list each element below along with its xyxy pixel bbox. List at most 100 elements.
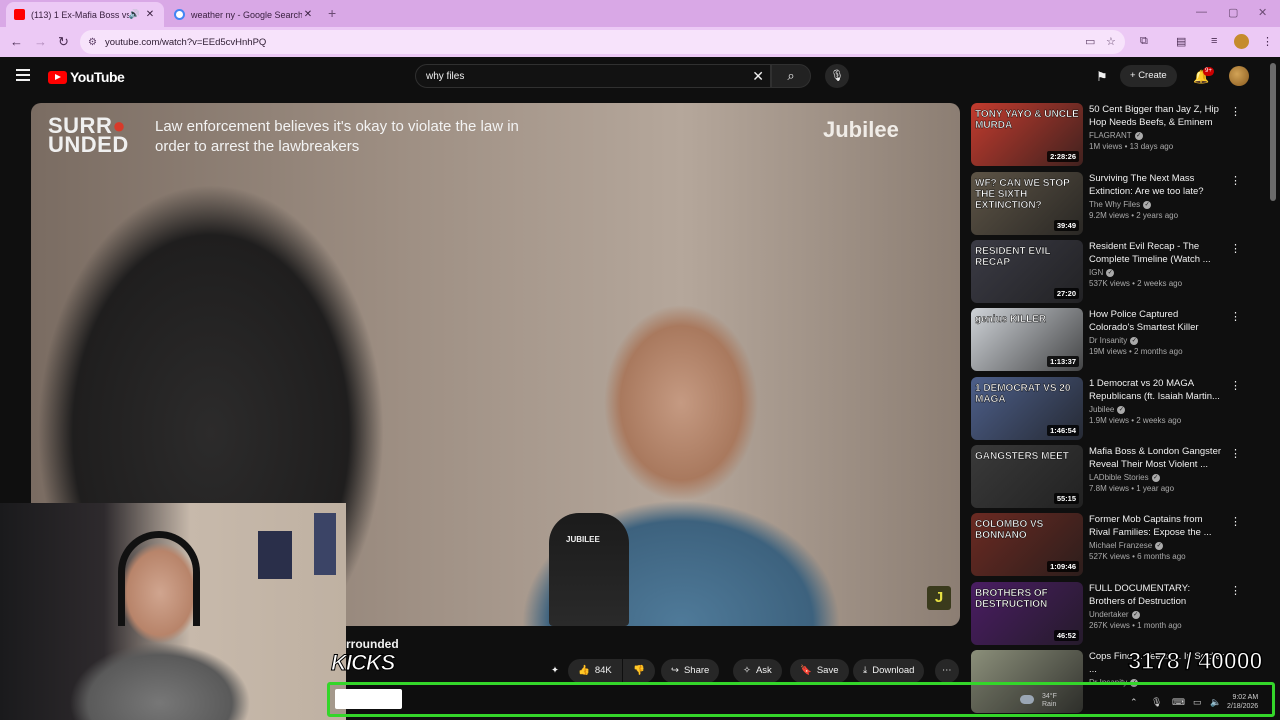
video-thumbnail[interactable]: RESIDENT EVIL RECAP 27:20 xyxy=(971,240,1083,303)
recommendation-title[interactable]: How Police Captured Colorado's Smartest … xyxy=(1089,308,1224,334)
browser-tab-youtube[interactable]: (113) 1 Ex-Mafia Boss vs 20 🔊 ✕ xyxy=(6,2,164,27)
browser-tab-bar: (113) 1 Ex-Mafia Boss vs 20 🔊 ✕ weather … xyxy=(0,0,1280,27)
recommendation-title[interactable]: 50 Cent Bigger than Jay Z, Hip Hop Needs… xyxy=(1089,103,1224,129)
recommendation-item[interactable]: genius KILLER 1:13:37 How Police Capture… xyxy=(971,308,1266,372)
cast-icon[interactable]: ⚑ xyxy=(1096,69,1108,85)
recommendation-title[interactable]: 1 Democrat vs 20 MAGA Republicans (ft. I… xyxy=(1089,377,1224,403)
video-thumbnail[interactable]: GANGSTERS MEET 55:15 xyxy=(971,445,1083,508)
channel-name[interactable]: The Why Files ✓ xyxy=(1089,200,1224,209)
browser-toolbar: ← → ↻ ⚙ youtube.com/watch?v=EEd5cvHnhPQ … xyxy=(0,27,1280,57)
verified-check-icon: ✓ xyxy=(1143,200,1152,209)
account-avatar[interactable] xyxy=(1229,66,1249,86)
recommendation-item[interactable]: 1 DEMOCRAT VS 20 MAGA 1:46:54 1 Democrat… xyxy=(971,377,1266,441)
recommendation-item[interactable]: TONY YAYO & UNCLE MURDA 2:28:26 50 Cent … xyxy=(971,103,1266,167)
browser-tab-google[interactable]: weather ny - Google Search ✕ xyxy=(166,2,322,27)
ask-button[interactable]: ✧ Ask xyxy=(733,659,782,683)
microphone-tray-icon[interactable]: 🎙 xyxy=(1151,697,1162,708)
maximize-icon[interactable]: ▢ xyxy=(1228,6,1238,19)
channel-name[interactable]: LADbible Stories ✓ xyxy=(1089,473,1224,482)
site-info-icon[interactable]: ⚙ xyxy=(88,37,97,48)
thumbs-down-icon: 👎 xyxy=(633,665,645,676)
verified-check-icon: ✓ xyxy=(1106,268,1115,277)
recommendation-title[interactable]: FULL DOCUMENTARY: Brothers of Destructio… xyxy=(1089,582,1224,608)
save-button[interactable]: 🔖 Save xyxy=(790,659,849,683)
channel-name[interactable]: IGN ✓ xyxy=(1089,268,1224,277)
more-options-icon[interactable]: ⋮ xyxy=(1230,105,1241,118)
search-button[interactable]: ⌕ xyxy=(771,64,811,88)
dislike-button[interactable]: 👎 xyxy=(623,659,655,683)
wall-poster xyxy=(258,531,292,579)
recommendation-title[interactable]: Mafia Boss & London Gangster Reveal Thei… xyxy=(1089,445,1224,471)
video-thumbnail[interactable]: genius KILLER 1:13:37 xyxy=(971,308,1083,371)
share-icon: ↪ xyxy=(671,665,679,676)
reading-list-icon[interactable]: ≡ xyxy=(1211,35,1217,47)
more-actions-button[interactable]: ⋯ xyxy=(935,659,959,683)
close-window-icon[interactable]: ✕ xyxy=(1258,6,1267,19)
surrounded-watermark: SURR● UNDED xyxy=(48,113,129,157)
channel-name[interactable]: Jubilee ✓ xyxy=(1089,405,1224,414)
channel-watermark-icon[interactable]: J xyxy=(927,586,951,610)
close-tab-icon[interactable]: ✕ xyxy=(302,9,314,20)
extensions-icon[interactable]: ⧉ xyxy=(1140,35,1148,48)
channel-name[interactable]: Michael Franzese ✓ xyxy=(1089,541,1224,550)
recommendation-item[interactable]: RESIDENT EVIL RECAP 27:20 Resident Evil … xyxy=(971,240,1266,304)
create-button[interactable]: + Create xyxy=(1120,65,1177,87)
menu-icon[interactable] xyxy=(16,69,30,84)
address-bar[interactable]: ⚙ youtube.com/watch?v=EEd5cvHnhPQ ▭ ☆ xyxy=(80,30,1125,54)
forward-icon[interactable]: → xyxy=(34,34,47,49)
more-options-icon[interactable]: ⋮ xyxy=(1230,447,1241,460)
back-icon[interactable]: ← xyxy=(10,34,23,49)
close-tab-icon[interactable]: ✕ xyxy=(144,9,156,20)
video-thumbnail[interactable]: 1 DEMOCRAT VS 20 MAGA 1:46:54 xyxy=(971,377,1083,440)
clear-search-icon[interactable]: ✕ xyxy=(752,68,764,85)
browser-menu-icon[interactable]: ⋮ xyxy=(1262,35,1273,48)
view-stats: 19M views • 2 months ago xyxy=(1089,347,1183,356)
channel-name[interactable]: FLAGRANT ✓ xyxy=(1089,131,1224,140)
more-options-icon[interactable]: ⋮ xyxy=(1230,242,1241,255)
voice-search-button[interactable]: 🎙 xyxy=(825,64,849,88)
bookmark-star-icon[interactable]: ☆ xyxy=(1106,35,1116,48)
youtube-logo[interactable]: YouTube xyxy=(48,69,125,85)
more-options-icon[interactable]: ⋮ xyxy=(1230,174,1241,187)
recommendation-title[interactable]: Surviving The Next Mass Extinction: Are … xyxy=(1089,172,1224,198)
recommendation-item[interactable]: COLOMBO VS BONNANO 1:09:46 Former Mob Ca… xyxy=(971,513,1266,577)
video-thumbnail[interactable]: COLOMBO VS BONNANO 1:09:46 xyxy=(971,513,1083,576)
recommendation-item[interactable]: BROTHERS OF DESTRUCTION 46:52 FULL DOCUM… xyxy=(971,582,1266,646)
network-icon[interactable]: ▭ xyxy=(1193,697,1202,708)
browser-profile-avatar[interactable] xyxy=(1234,34,1249,49)
more-options-icon[interactable]: ⋮ xyxy=(1230,310,1241,323)
channel-name[interactable]: Dr Insanity ✓ xyxy=(1089,336,1224,345)
view-stats: 527K views • 6 months ago xyxy=(1089,552,1186,561)
recommendation-item[interactable]: WF? CAN WE STOP THE SIXTH EXTINCTION? 39… xyxy=(971,172,1266,236)
audio-playing-icon[interactable]: 🔊 xyxy=(129,9,140,20)
verified-check-icon: ✓ xyxy=(1130,336,1139,345)
keyboard-icon[interactable]: ⌨ xyxy=(1172,697,1185,708)
new-tab-icon[interactable]: + xyxy=(328,5,336,21)
tray-chevron-icon[interactable]: ⌃ xyxy=(1130,697,1138,708)
verified-check-icon: ✓ xyxy=(1117,405,1126,414)
taskbar-weather[interactable]: 34°F Rain xyxy=(1020,693,1057,709)
recommendation-item[interactable]: GANGSTERS MEET 55:15 Mafia Boss & London… xyxy=(971,445,1266,509)
thumbnail-text: TONY YAYO & UNCLE MURDA xyxy=(975,109,1079,131)
video-thumbnail[interactable]: BROTHERS OF DESTRUCTION 46:52 xyxy=(971,582,1083,645)
more-options-icon[interactable]: ⋮ xyxy=(1230,379,1241,392)
minimize-icon[interactable]: — xyxy=(1196,6,1207,18)
channel-name[interactable]: Undertaker ✓ xyxy=(1089,610,1224,619)
more-options-icon[interactable]: ⋮ xyxy=(1230,515,1241,528)
taskbar-clock[interactable]: 9:02 AM 2/18/2026 xyxy=(1227,693,1258,711)
search-input[interactable]: why files ✕ xyxy=(415,64,771,88)
page-scrollbar[interactable] xyxy=(1270,63,1276,201)
video-thumbnail[interactable]: WF? CAN WE STOP THE SIXTH EXTINCTION? 39… xyxy=(971,172,1083,235)
video-thumbnail[interactable]: TONY YAYO & UNCLE MURDA 2:28:26 xyxy=(971,103,1083,166)
download-button[interactable]: ⤓ Download xyxy=(853,659,925,683)
youtube-favicon-icon xyxy=(14,9,25,20)
reload-icon[interactable]: ↻ xyxy=(58,34,69,50)
share-button[interactable]: ↪ Share xyxy=(661,659,720,683)
volume-icon[interactable]: 🔈 xyxy=(1210,697,1221,708)
sidebar-icon[interactable]: ▤ xyxy=(1176,35,1186,48)
like-button[interactable]: 👍 84K xyxy=(568,659,622,683)
recommendation-title[interactable]: Former Mob Captains from Rival Families:… xyxy=(1089,513,1224,539)
install-app-icon[interactable]: ▭ xyxy=(1085,35,1095,48)
more-options-icon[interactable]: ⋮ xyxy=(1230,584,1241,597)
recommendation-title[interactable]: Resident Evil Recap - The Complete Timel… xyxy=(1089,240,1224,266)
